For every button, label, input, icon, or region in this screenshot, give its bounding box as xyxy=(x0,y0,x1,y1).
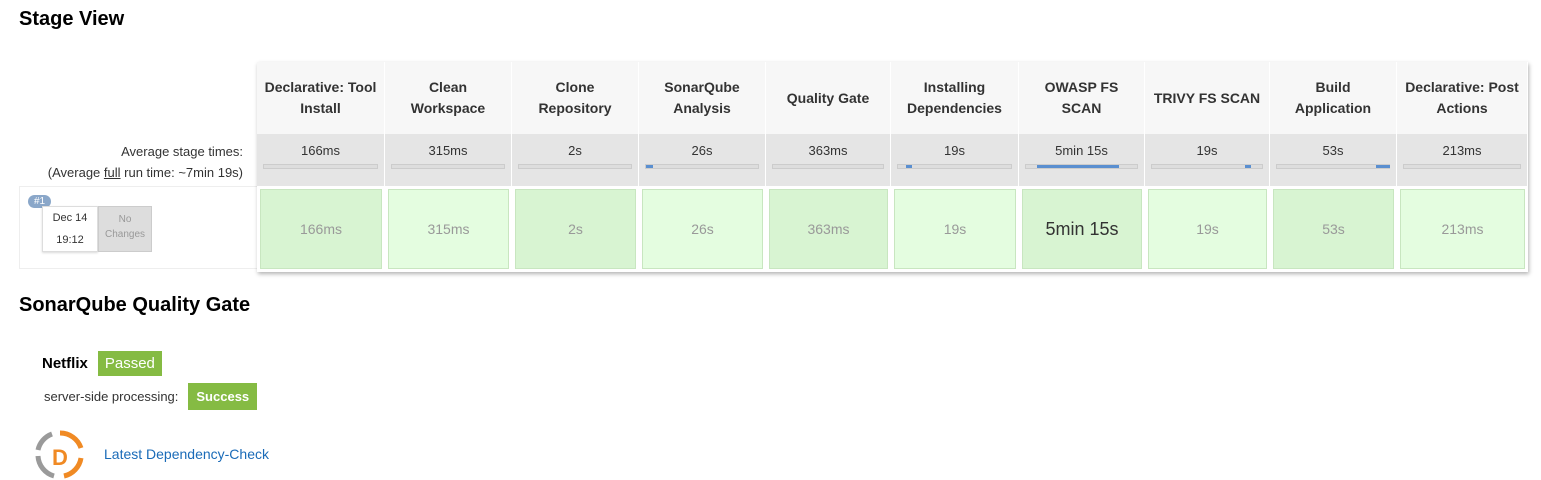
stage-view-title: Stage View xyxy=(19,8,125,30)
stage-column: Clean Workspace 315ms 315ms xyxy=(385,62,512,272)
stage-header: Clean Workspace xyxy=(385,62,512,134)
stage-progress-bar xyxy=(1276,164,1390,169)
stage-progress-fill xyxy=(1037,165,1119,168)
stage-average-time: 53s xyxy=(1322,143,1344,158)
stage-progress-bar xyxy=(645,164,759,169)
stage-average: 19s xyxy=(1145,134,1270,186)
stage-average-time: 2s xyxy=(568,143,582,158)
stage-progress-fill xyxy=(646,165,653,168)
build-run-row: #1 Dec 14 19:12 No Changes xyxy=(19,186,257,269)
stage-progress-bar xyxy=(772,164,884,169)
stage-header: Build Application xyxy=(1270,62,1397,134)
stage-average-time: 19s xyxy=(1196,143,1218,158)
stage-header: Declarative: Tool Install xyxy=(257,62,385,134)
quality-gate-status-badge: Passed xyxy=(97,351,162,376)
stage-progress-fill xyxy=(1376,165,1390,168)
build-date: Dec 14 xyxy=(52,212,88,224)
stage-average-time: 363ms xyxy=(808,143,848,158)
stage-average: 19s xyxy=(891,134,1019,186)
stage-average-time: 19s xyxy=(944,143,965,158)
avg-label: Average stage times: xyxy=(121,144,243,159)
stage-column: Installing Dependencies 19s 19s xyxy=(891,62,1019,272)
project-name[interactable]: Netflix xyxy=(42,355,88,372)
stage-run-cell[interactable]: 26s xyxy=(642,189,763,269)
stage-average: 315ms xyxy=(385,134,512,186)
stage-progress-fill xyxy=(906,165,912,168)
stage-run-cell[interactable]: 53s xyxy=(1273,189,1394,269)
stage-header: Quality Gate xyxy=(766,62,891,134)
full-run-link[interactable]: full xyxy=(104,165,121,180)
logo-letter: D xyxy=(52,445,68,470)
server-processing-row: server-side processing: Success xyxy=(44,383,258,410)
dependency-check-logo-icon[interactable]: D xyxy=(34,430,86,480)
stage-run-cell[interactable]: 166ms xyxy=(260,189,382,269)
stage-run-cell[interactable]: 5min 15s xyxy=(1022,189,1142,269)
stage-progress-bar xyxy=(1151,164,1263,169)
stage-progress-bar xyxy=(1025,164,1138,169)
stage-average-time: 5min 15s xyxy=(1055,143,1108,158)
stage-run-cell[interactable]: 315ms xyxy=(388,189,509,269)
stage-progress-bar xyxy=(263,164,378,169)
latest-dependency-check-link[interactable]: Latest Dependency-Check xyxy=(104,446,269,462)
stage-column: Declarative: Post Actions 213ms 213ms xyxy=(1397,62,1528,272)
stage-run-cell[interactable]: 19s xyxy=(1148,189,1267,269)
stage-average: 363ms xyxy=(766,134,891,186)
full-run-time-label: (Average full run time: ~7min 19s) xyxy=(19,165,257,180)
stage-column: Clone Repository 2s 2s xyxy=(512,62,639,272)
stage-run-cell[interactable]: 213ms xyxy=(1400,189,1525,269)
stage-average-time: 166ms xyxy=(300,143,341,158)
stage-progress-bar xyxy=(518,164,632,169)
stage-grid: Declarative: Tool Install 166ms 166ms Clean… xyxy=(257,62,1528,272)
stage-average-time: 26s xyxy=(691,143,713,158)
stage-run-cell[interactable]: 2s xyxy=(515,189,636,269)
stage-header: Declarative: Post Actions xyxy=(1397,62,1528,134)
stage-column: Declarative: Tool Install 166ms 166ms xyxy=(257,62,385,272)
build-date-box[interactable]: Dec 14 19:12 xyxy=(42,206,98,252)
stage-progress-bar xyxy=(391,164,505,169)
stage-header: SonarQube Analysis xyxy=(639,62,766,134)
stage-progress-bar xyxy=(897,164,1012,169)
stage-header: Clone Repository xyxy=(512,62,639,134)
stage-header: Installing Dependencies xyxy=(891,62,1019,134)
stage-average: 166ms xyxy=(257,134,385,186)
average-stage-times-label: Average stage times: (Average full run t… xyxy=(19,135,257,185)
full-run-prefix: (Average xyxy=(47,165,104,180)
stage-run-cell[interactable]: 363ms xyxy=(769,189,888,269)
stage-average-time: 213ms xyxy=(1442,143,1482,158)
stage-average: 53s xyxy=(1270,134,1397,186)
stage-average: 2s xyxy=(512,134,639,186)
stage-progress-bar xyxy=(1403,164,1521,169)
server-processing-label: server-side processing: xyxy=(44,389,179,404)
full-run-suffix: run time: ~7min 19s) xyxy=(120,165,243,180)
stage-average: 213ms xyxy=(1397,134,1528,186)
stage-column: Quality Gate 363ms 363ms xyxy=(766,62,891,272)
quality-gate-row: Netflix Passed xyxy=(42,351,162,376)
stage-column: Build Application 53s 53s xyxy=(1270,62,1397,272)
stage-column: SonarQube Analysis 26s 26s xyxy=(639,62,766,272)
stage-header: OWASP FS SCAN xyxy=(1019,62,1145,134)
stage-average: 5min 15s xyxy=(1019,134,1145,186)
server-processing-status-badge: Success xyxy=(188,383,258,410)
changes-box[interactable]: No Changes xyxy=(98,206,152,252)
stage-average: 26s xyxy=(639,134,766,186)
stage-average-time: 315ms xyxy=(428,143,468,158)
stage-column: TRIVY FS SCAN 19s 19s xyxy=(1145,62,1270,272)
quality-gate-title: SonarQube Quality Gate xyxy=(19,294,251,316)
stage-progress-fill xyxy=(1245,165,1251,168)
stage-column: OWASP FS SCAN 5min 15s 5min 15s xyxy=(1019,62,1145,272)
stage-header: TRIVY FS SCAN xyxy=(1145,62,1270,134)
build-time: 19:12 xyxy=(56,234,84,246)
stage-run-cell[interactable]: 19s xyxy=(894,189,1016,269)
